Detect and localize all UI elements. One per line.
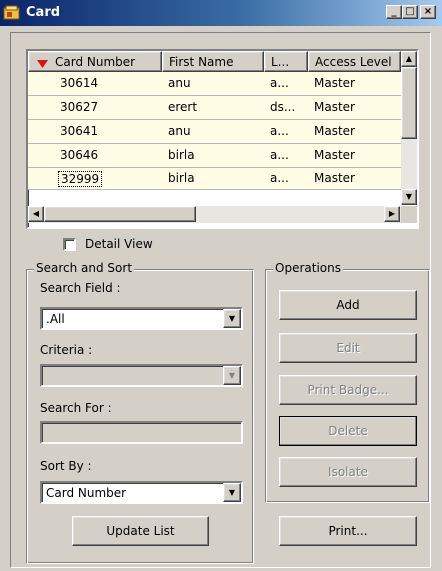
search-for-label: Search For : bbox=[40, 401, 112, 415]
search-field-label: Search Field : bbox=[40, 281, 121, 295]
search-sort-group-label: Search and Sort bbox=[34, 261, 135, 275]
print-label: Print... bbox=[328, 524, 368, 538]
column-header-label: First Name bbox=[169, 55, 234, 69]
cell-first-name: birla bbox=[168, 148, 195, 162]
table-row[interactable]: 30614 anu a... Master bbox=[28, 72, 401, 96]
sort-by-select[interactable]: Card Number ▼ bbox=[40, 481, 243, 504]
print-badge-button[interactable]: Print Badge... bbox=[279, 375, 417, 405]
cell-access-level: Master bbox=[314, 100, 355, 114]
edit-label: Edit bbox=[336, 341, 360, 355]
cell-access-level: Master bbox=[314, 124, 355, 138]
detail-view-label: Detail View bbox=[85, 237, 153, 251]
print-button[interactable]: Print... bbox=[279, 516, 417, 546]
criteria-select[interactable]: ▼ bbox=[40, 364, 243, 387]
cell-access-level: Master bbox=[314, 148, 355, 162]
chevron-down-icon[interactable]: ▼ bbox=[223, 366, 241, 385]
chevron-down-icon[interactable]: ▼ bbox=[223, 483, 241, 502]
table-row-focused[interactable]: 32999 birla a... Master bbox=[28, 168, 401, 190]
cell-last-name: ds... bbox=[270, 100, 296, 114]
vertical-scrollbar[interactable]: ▲ ▼ bbox=[401, 51, 417, 205]
cell-first-name: anu bbox=[168, 124, 191, 138]
table-row[interactable]: 30641 anu a... Master bbox=[28, 120, 401, 144]
horizontal-scrollbar[interactable]: ◀ ▶ bbox=[28, 206, 401, 223]
card-list-grid[interactable]: Card Number First Name L... Access Level… bbox=[26, 49, 419, 229]
scroll-up-button[interactable]: ▲ bbox=[401, 51, 417, 67]
operations-group-label: Operations bbox=[273, 261, 343, 275]
print-badge-label: Print Badge... bbox=[307, 383, 389, 397]
horizontal-scroll-thumb[interactable] bbox=[44, 206, 196, 222]
criteria-label: Criteria : bbox=[40, 343, 93, 357]
chevron-down-icon[interactable]: ▼ bbox=[223, 309, 241, 328]
table-row[interactable]: 30627 erert ds... Master bbox=[28, 96, 401, 120]
column-header-last-name[interactable]: L... bbox=[264, 51, 308, 72]
cell-card-number: 30641 bbox=[60, 124, 99, 138]
delete-button[interactable]: Delete bbox=[279, 416, 417, 446]
cell-card-number: 30646 bbox=[60, 148, 99, 162]
cell-access-level: Master bbox=[314, 76, 355, 90]
vertical-scroll-thumb[interactable] bbox=[401, 67, 417, 139]
sort-by-value: Card Number bbox=[46, 486, 127, 500]
title-bar: Card _ □ × bbox=[0, 0, 442, 26]
cell-card-number: 30627 bbox=[60, 100, 99, 114]
search-field-value: .All bbox=[46, 312, 65, 326]
update-list-label: Update List bbox=[106, 524, 175, 538]
close-button[interactable]: × bbox=[420, 5, 436, 19]
cell-first-name: erert bbox=[168, 100, 198, 114]
window-title: Card bbox=[26, 5, 61, 20]
edit-button[interactable]: Edit bbox=[279, 333, 417, 363]
card-app-icon bbox=[3, 4, 21, 21]
cell-first-name: birla bbox=[168, 171, 195, 185]
maximize-button[interactable]: □ bbox=[402, 5, 418, 19]
cell-first-name: anu bbox=[168, 76, 191, 90]
column-header-card-number[interactable]: Card Number bbox=[28, 51, 162, 72]
column-header-label: Card Number bbox=[55, 55, 136, 69]
cell-last-name: a... bbox=[270, 76, 289, 90]
scroll-down-button[interactable]: ▼ bbox=[401, 189, 417, 205]
cell-card-number: 32999 bbox=[58, 171, 103, 187]
cell-last-name: a... bbox=[270, 148, 289, 162]
column-header-access-level[interactable]: Access Level bbox=[308, 51, 401, 72]
column-header-first-name[interactable]: First Name bbox=[162, 51, 264, 72]
scrollbar-corner bbox=[401, 206, 417, 223]
cell-access-level: Master bbox=[314, 171, 355, 185]
isolate-button[interactable]: Isolate bbox=[279, 457, 417, 487]
scroll-left-button[interactable]: ◀ bbox=[28, 206, 44, 222]
column-header-label: Access Level bbox=[315, 55, 392, 69]
sort-by-label: Sort By : bbox=[40, 459, 92, 473]
search-field-select[interactable]: .All ▼ bbox=[40, 307, 243, 330]
table-row[interactable]: 30646 birla a... Master bbox=[28, 144, 401, 168]
delete-label: Delete bbox=[328, 424, 368, 438]
checkbox-box[interactable] bbox=[63, 238, 76, 251]
cell-last-name: a... bbox=[270, 124, 289, 138]
add-label: Add bbox=[336, 298, 360, 312]
scroll-right-button[interactable]: ▶ bbox=[384, 206, 400, 222]
cell-last-name: a... bbox=[270, 171, 289, 185]
isolate-label: Isolate bbox=[328, 465, 368, 479]
cell-card-number: 30614 bbox=[60, 76, 99, 90]
minimize-button[interactable]: _ bbox=[386, 5, 402, 19]
update-list-button[interactable]: Update List bbox=[72, 516, 209, 546]
search-for-input[interactable] bbox=[40, 421, 243, 444]
add-button[interactable]: Add bbox=[279, 290, 417, 320]
column-header-label: L... bbox=[271, 55, 290, 69]
sort-descending-icon bbox=[37, 57, 48, 71]
